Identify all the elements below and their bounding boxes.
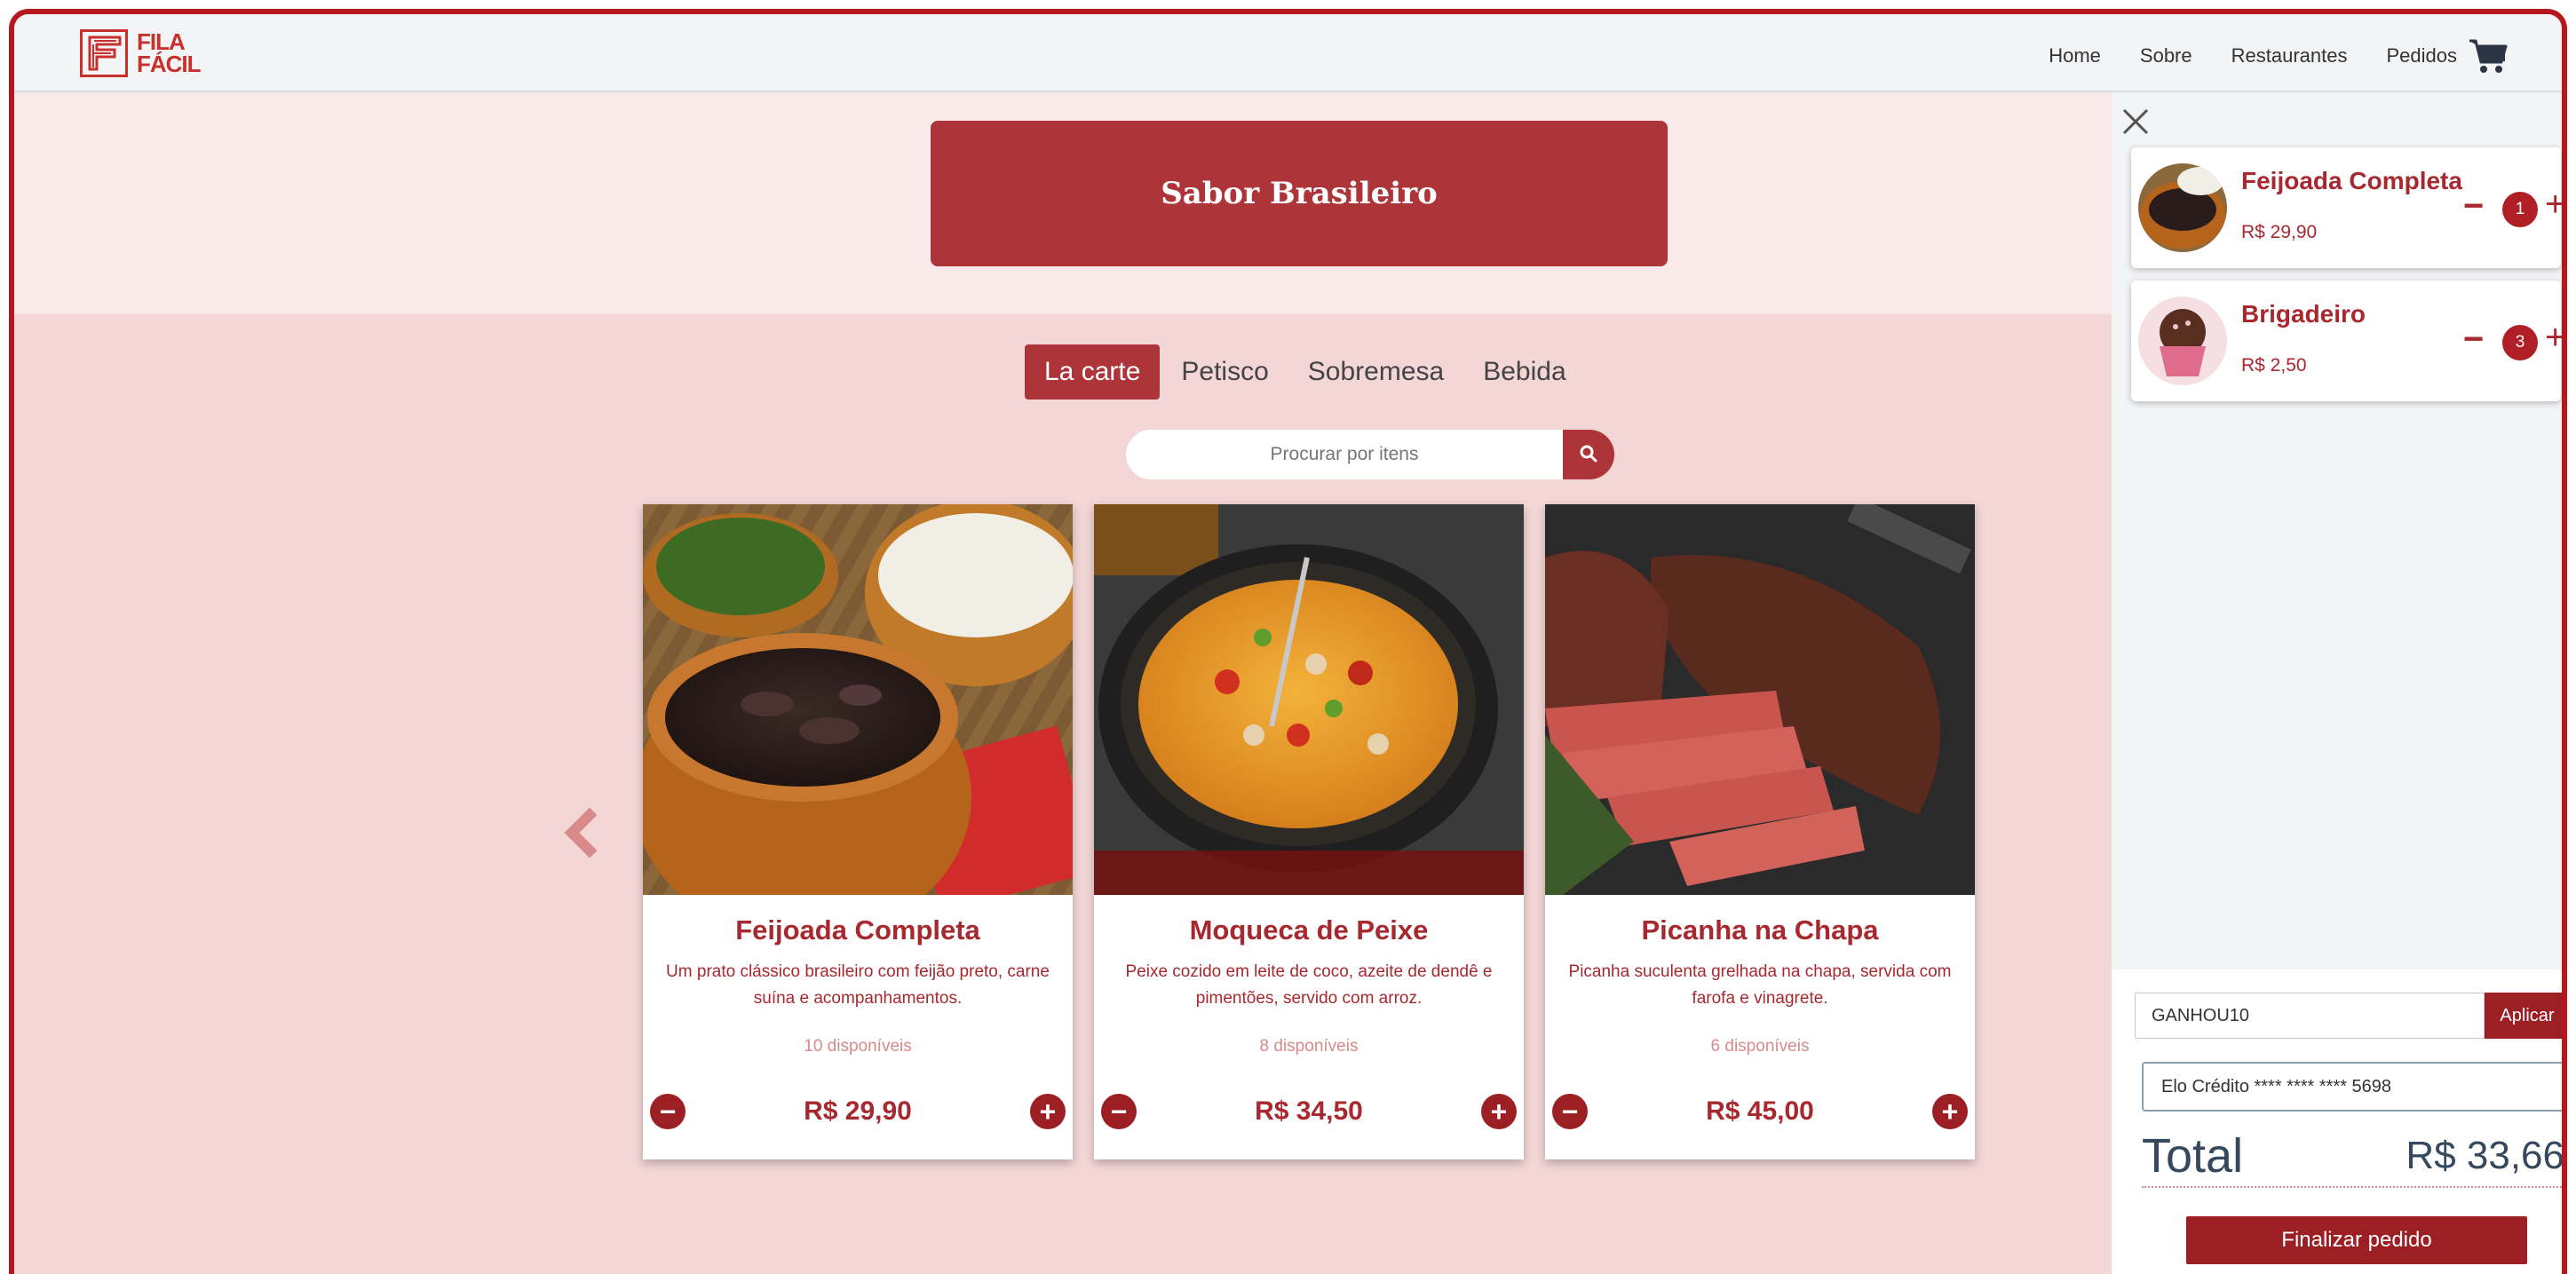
restaurant-title: Sabor Brasileiro [931, 121, 1668, 266]
cart-item-price: R$ 2,50 [2241, 355, 2307, 376]
card-availability: 8 disponíveis [1259, 1037, 1359, 1056]
top-navbar: FILA FÁCIL Home Sobre Restaurantes Pedid… [14, 14, 2562, 92]
card-availability: 6 disponíveis [1710, 1037, 1810, 1056]
increase-button[interactable]: + [1480, 1094, 1517, 1129]
feijoada-image [643, 504, 1073, 895]
search-icon [1579, 444, 1598, 466]
card-price: R$ 45,00 [1706, 1096, 1814, 1126]
card-controls: − R$ 45,00 + [1552, 1092, 1968, 1131]
search-button[interactable] [1563, 430, 1614, 479]
checkout-panel: Aplicar Elo Crédito **** **** **** 5698 … [2112, 969, 2564, 1274]
nav-home[interactable]: Home [2049, 44, 2101, 67]
menu-card: Picanha na Chapa Picanha suculenta grelh… [1545, 504, 1975, 1159]
apply-coupon-button[interactable]: Aplicar [2485, 993, 2562, 1039]
minus-icon: − [659, 1096, 677, 1128]
total-label: Total [2142, 1129, 2244, 1183]
finish-order-button[interactable]: Finalizar pedido [2186, 1216, 2527, 1264]
card-description: Picanha suculenta grelhada na chapa, ser… [1568, 962, 1952, 1008]
plus-icon[interactable]: + [2545, 185, 2562, 225]
increase-button[interactable]: + [1029, 1094, 1066, 1129]
tab-bebida[interactable]: Bebida [1483, 344, 1565, 400]
nav-restaurants[interactable]: Restaurantes [2231, 44, 2348, 67]
plus-icon: + [1039, 1096, 1057, 1128]
minus-icon[interactable]: − [2463, 186, 2484, 226]
nav-orders[interactable]: Pedidos [2386, 44, 2457, 67]
card-availability: 10 disponíveis [804, 1037, 912, 1056]
moqueca-image [1094, 504, 1524, 895]
increase-button[interactable]: + [1931, 1094, 1968, 1129]
chevron-left-icon [564, 807, 598, 859]
picanha-image [1545, 504, 1975, 895]
search-bar [1126, 430, 1614, 479]
logo-mark-icon [80, 29, 128, 77]
close-icon[interactable] [2119, 105, 2152, 138]
cart-item-price: R$ 29,90 [2241, 222, 2318, 242]
total-row: Total R$ 33,66 [2142, 1126, 2564, 1188]
cart-item-quantity: 1 [2502, 192, 2538, 227]
carousel-prev-button[interactable] [563, 807, 598, 859]
cart-sidebar: Feijoada Completa R$ 29,90 − 1 + Brigade… [2112, 92, 2564, 1274]
decrease-button[interactable]: − [1101, 1094, 1137, 1129]
payment-method-select[interactable]: Elo Crédito **** **** **** 5698 [2142, 1062, 2562, 1112]
menu-card: Feijoada Completa Um prato clássico bras… [643, 504, 1073, 1159]
minus-icon: − [1110, 1096, 1128, 1128]
menu-card: Moqueca de Peixe Peixe cozido em leite d… [1094, 504, 1524, 1159]
total-value: R$ 33,66 [2406, 1134, 2564, 1177]
card-title: Feijoada Completa [735, 914, 980, 946]
card-controls: − R$ 34,50 + [1101, 1092, 1517, 1131]
cart-item: Brigadeiro R$ 2,50 − 3 + [2131, 281, 2562, 401]
tab-la-carte[interactable]: La carte [1025, 344, 1161, 400]
restaurant-hero: Sabor Brasileiro [14, 92, 2112, 314]
card-title: Picanha na Chapa [1641, 914, 1879, 946]
minus-icon[interactable]: − [2463, 320, 2484, 360]
cart-icon[interactable] [2468, 37, 2509, 75]
nav-about[interactable]: Sobre [2140, 44, 2192, 67]
decrease-button[interactable]: − [650, 1094, 686, 1129]
coupon-form: Aplicar [2135, 993, 2562, 1039]
tab-sobremesa[interactable]: Sobremesa [1308, 344, 1444, 400]
card-description: Peixe cozido em leite de coco, azeite de… [1125, 962, 1493, 1008]
cart-item: Feijoada Completa R$ 29,90 − 1 + [2131, 147, 2562, 268]
cart-item-name: Brigadeiro [2241, 300, 2366, 328]
card-price: R$ 34,50 [1255, 1096, 1363, 1126]
app-frame: FILA FÁCIL Home Sobre Restaurantes Pedid… [9, 9, 2567, 1274]
plus-icon[interactable]: + [2545, 318, 2562, 358]
logo-text: FILA FÁCIL [137, 30, 202, 77]
card-price: R$ 29,90 [804, 1096, 912, 1126]
search-input[interactable] [1126, 430, 1563, 479]
decrease-button[interactable]: − [1552, 1094, 1588, 1129]
cart-item-name: Feijoada Completa [2241, 167, 2462, 194]
coupon-input[interactable] [2135, 993, 2485, 1039]
nav-links: Home Sobre Restaurantes Pedidos [2009, 37, 2509, 75]
category-tabs: La carte Petisco Sobremesa Bebida [1025, 344, 1605, 400]
plus-icon: + [1490, 1096, 1508, 1128]
logo-line-2: FÁCIL [137, 51, 202, 77]
cart-item-image [2138, 297, 2227, 385]
cart-item-image [2138, 163, 2227, 252]
minus-icon: − [1561, 1096, 1579, 1128]
menu-carousel: Feijoada Completa Um prato clássico bras… [643, 504, 1996, 1159]
tab-petisco[interactable]: Petisco [1181, 344, 1268, 400]
brand-logo[interactable]: FILA FÁCIL [80, 27, 202, 80]
card-description: Um prato clássico brasileiro com feijão … [666, 962, 1050, 1008]
plus-icon: + [1941, 1096, 1959, 1128]
cart-item-quantity: 3 [2502, 325, 2538, 360]
card-title: Moqueca de Peixe [1189, 914, 1429, 946]
card-controls: − R$ 29,90 + [650, 1092, 1066, 1131]
